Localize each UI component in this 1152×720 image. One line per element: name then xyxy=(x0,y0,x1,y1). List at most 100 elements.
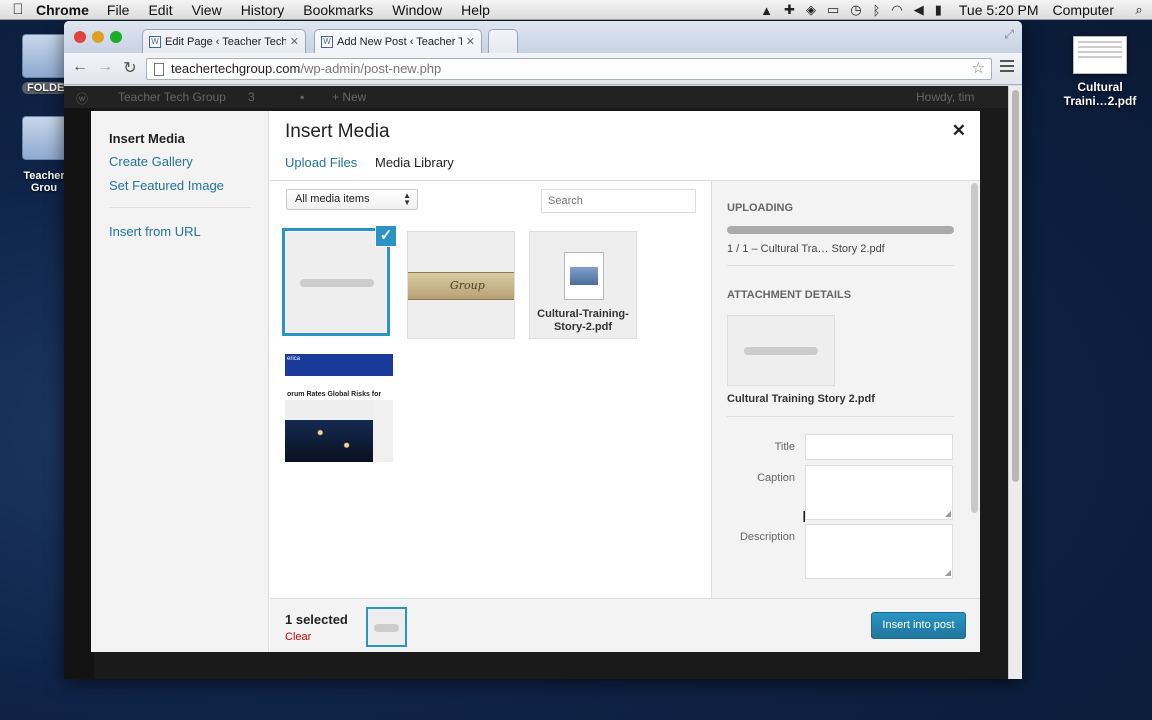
menu-file[interactable]: File xyxy=(107,2,130,18)
admin-bar-site[interactable]: Teacher Tech Group xyxy=(118,90,226,104)
fullscreen-icon[interactable]: ⤢ xyxy=(1004,27,1014,42)
web-sidebar xyxy=(373,400,393,462)
menu-user[interactable]: Computer xyxy=(1053,2,1114,18)
attachment-selected-pdf[interactable] xyxy=(282,228,390,336)
text-cursor-icon: I xyxy=(802,508,807,526)
desktop-folder-bottom-label-2: Grou xyxy=(30,182,58,194)
sidebar-separator xyxy=(109,207,251,208)
upload-status: 1 / 1 – Cultural Tra… Story 2.pdf xyxy=(727,243,885,255)
admin-bar-howdy[interactable]: Howdy, tim xyxy=(916,90,974,104)
tab-edit-page[interactable]: W Edit Page ‹ Teacher Tech G ✕ xyxy=(142,29,306,53)
battery-icon[interactable]: ▮ xyxy=(935,2,942,18)
menu-history[interactable]: History xyxy=(241,2,285,18)
desktop-pdf-file[interactable]: Cultural Traini…2.pdf xyxy=(1062,36,1138,108)
media-search-input[interactable] xyxy=(541,189,696,213)
tab-close-icon[interactable]: ✕ xyxy=(290,35,299,48)
description-field[interactable]: ◢ xyxy=(805,524,953,579)
scrollbar-thumb[interactable] xyxy=(1012,90,1019,482)
clear-selection-link[interactable]: Clear xyxy=(285,631,311,643)
resize-grip-icon[interactable]: ◢ xyxy=(945,569,951,577)
desktop-folder-bottom[interactable]: Teacher Grou xyxy=(22,116,68,194)
menu-bookmarks[interactable]: Bookmarks xyxy=(303,2,373,18)
minimize-window-button[interactable] xyxy=(92,31,104,43)
volume-icon[interactable]: ◀ xyxy=(914,2,924,18)
wordpress-logo-icon[interactable]: ⓦ xyxy=(76,90,88,107)
caption-field[interactable]: ◢ xyxy=(805,465,953,520)
ruler-image: Group xyxy=(408,272,514,300)
zoom-window-button[interactable] xyxy=(110,31,122,43)
desktop-pdf-label-2: Traini…2.pdf xyxy=(1063,94,1137,108)
tab-strip: W Edit Page ‹ Teacher Tech G ✕ W Add New… xyxy=(64,21,1022,53)
close-window-button[interactable] xyxy=(74,31,86,43)
url-host: teachertechgroup.com xyxy=(171,61,301,76)
menu-app-name[interactable]: Chrome xyxy=(36,2,89,18)
sidebar-item-set-featured-image[interactable]: Set Featured Image xyxy=(109,178,224,193)
desktop-folder-top-label: FOLDE xyxy=(22,82,66,94)
details-scrollbar[interactable] xyxy=(971,183,978,513)
time-machine-icon[interactable]: ◷ xyxy=(850,2,861,18)
sidebar-item-insert-media[interactable]: Insert Media xyxy=(109,131,185,146)
bookmark-star-icon[interactable]: ☆ xyxy=(972,59,985,79)
checkmark-icon[interactable]: ✓ xyxy=(375,225,397,247)
folder-icon xyxy=(22,116,68,160)
menu-view[interactable]: View xyxy=(192,2,222,18)
address-bar[interactable]: teachertechgroup.com/wp-admin/post-new.p… xyxy=(146,58,992,80)
updates-count[interactable]: 3 xyxy=(248,90,255,104)
reload-button[interactable]: ↻ xyxy=(119,58,141,78)
page-icon xyxy=(154,63,164,76)
new-tab-button[interactable] xyxy=(488,29,518,53)
bluetooth-icon[interactable]: ᛒ xyxy=(873,3,881,18)
insert-into-post-button[interactable]: Insert into post xyxy=(871,612,966,639)
back-button[interactable]: ← xyxy=(69,58,91,76)
web-headline-text: orum Rates Global Risks for xyxy=(287,391,382,398)
ruler-text: Group xyxy=(450,279,485,292)
attachment-filename: Cultural Training Story 2.pdf xyxy=(727,393,875,405)
page-scrollbar[interactable] xyxy=(1008,86,1022,679)
apple-icon[interactable]:  xyxy=(0,1,36,18)
title-field[interactable] xyxy=(805,434,953,460)
evernote-icon[interactable]: ◈ xyxy=(806,2,816,18)
menu-clock[interactable]: Tue 5:20 PM xyxy=(959,2,1039,18)
resize-grip-icon[interactable]: ◢ xyxy=(945,510,951,518)
selection-thumbnail[interactable] xyxy=(366,607,407,647)
title-label: Title xyxy=(774,441,795,453)
tab-close-icon[interactable]: ✕ xyxy=(466,35,475,48)
plus-icon[interactable]: ✚ xyxy=(784,2,795,18)
modal-title: Insert Media xyxy=(285,121,390,142)
attachment-pdf-document[interactable]: Cultural-Training- Story-2.pdf xyxy=(529,231,637,339)
sidebar-item-insert-from-url[interactable]: Insert from URL xyxy=(109,224,201,239)
menu-window[interactable]: Window xyxy=(392,2,442,18)
attachment-ruler-image[interactable]: Group xyxy=(407,231,515,339)
attachment-web-screenshot[interactable]: erica orum Rates Global Risks for xyxy=(285,354,393,462)
media-filter-value: All media items xyxy=(295,193,370,205)
attachment-preview xyxy=(727,315,835,386)
browser-toolbar: ← → ↻ teachertechgroup.com/wp-admin/post… xyxy=(64,53,1022,85)
description-label: Description xyxy=(739,531,795,543)
details-separator xyxy=(727,265,954,266)
desktop-folder-top[interactable]: FOLDE xyxy=(22,34,68,94)
sidebar-item-create-gallery[interactable]: Create Gallery xyxy=(109,154,193,169)
media-filter-select[interactable]: All media items ▲ ▼ xyxy=(286,189,418,210)
wifi-icon[interactable]: ◠ xyxy=(891,2,902,18)
tab-media-library[interactable]: Media Library xyxy=(375,155,454,170)
folder-icon xyxy=(22,34,68,78)
admin-bar-new[interactable]: + New xyxy=(332,90,366,104)
display-icon[interactable]: ▭ xyxy=(827,2,839,18)
wordpress-favicon-icon: W xyxy=(149,35,161,48)
comments-icon[interactable]: ▪ xyxy=(300,90,304,104)
chrome-menu-icon[interactable] xyxy=(1000,60,1014,75)
tab-upload-files[interactable]: Upload Files xyxy=(285,155,357,170)
upload-progress-bar xyxy=(727,226,954,234)
spotlight-icon[interactable]: ⌕ xyxy=(1126,2,1152,18)
drive-icon[interactable]: ▲ xyxy=(760,3,773,18)
select-arrows-icon: ▲ ▼ xyxy=(403,191,411,207)
menu-help[interactable]: Help xyxy=(461,2,490,18)
details-separator xyxy=(727,416,954,417)
close-icon[interactable]: ✕ xyxy=(952,121,966,141)
menu-edit[interactable]: Edit xyxy=(148,2,172,18)
web-header-text: erica xyxy=(287,356,301,362)
forward-button[interactable]: → xyxy=(94,58,116,76)
web-header: erica xyxy=(285,354,393,376)
tab-add-new-post[interactable]: W Add New Post ‹ Teacher Te ✕ xyxy=(314,29,482,53)
desktop-pdf-label-1: Cultural xyxy=(1077,80,1123,94)
